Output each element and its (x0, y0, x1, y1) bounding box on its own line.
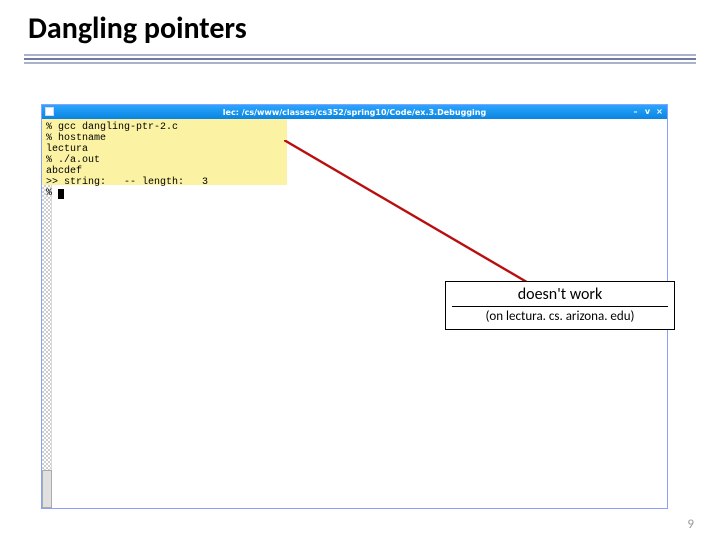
title-underline (24, 54, 696, 68)
window-restore-button[interactable]: v (643, 107, 652, 116)
terminal-text: % gcc dangling-ptr-2.c % hostname lectur… (46, 122, 208, 199)
window-title: lec: /cs/www/classes/cs352/spring10/Code… (223, 108, 486, 117)
scrollbar-thumb[interactable] (42, 470, 52, 508)
window-close-button[interactable]: × (655, 107, 664, 116)
window-buttons: – v × (631, 107, 664, 116)
slide-title: Dangling pointers (28, 10, 247, 47)
callout-line1: doesn't work (452, 285, 668, 307)
window-minimize-button[interactable]: – (631, 107, 640, 116)
page-number: 9 (687, 517, 694, 532)
window-titlebar[interactable]: lec: /cs/www/classes/cs352/spring10/Code… (42, 105, 667, 119)
slide-root: Dangling pointers lec: /cs/www/classes/c… (0, 0, 720, 540)
terminal-cursor-icon (58, 189, 64, 199)
annotation-callout: doesn't work (on lectura. cs. arizona. e… (445, 281, 675, 330)
window-icon (45, 107, 54, 116)
callout-line2: (on lectura. cs. arizona. edu) (452, 309, 668, 324)
